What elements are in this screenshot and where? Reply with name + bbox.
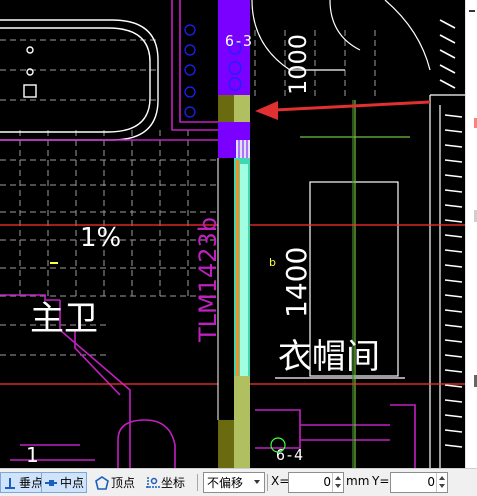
- x-label: X=: [271, 474, 290, 488]
- room-name-bathroom: 主卫: [30, 299, 98, 339]
- slope-label: 1%: [80, 223, 121, 253]
- hanger-mark: [439, 79, 456, 89]
- y-coordinate-input[interactable]: 0: [390, 472, 448, 493]
- hanger-mark: [444, 279, 463, 283]
- hanger-mark: [444, 189, 463, 193]
- strip-mark: [469, 10, 475, 12]
- hanger-mark: [444, 174, 463, 178]
- hanger-mark: [444, 324, 463, 328]
- hanger-mark: [444, 129, 463, 133]
- hanger-mark: [444, 159, 463, 163]
- hanger-mark: [444, 444, 463, 448]
- side-scroll-strip[interactable]: [465, 0, 477, 468]
- coordinate-snap-label: 坐标: [161, 476, 186, 490]
- x-spinner[interactable]: [332, 473, 343, 492]
- hanger-mark: [439, 19, 456, 29]
- hanger-mark: [439, 49, 456, 59]
- y-spinner[interactable]: [436, 473, 447, 492]
- hanger-mark: [444, 204, 463, 208]
- hanger-mark: [439, 34, 456, 44]
- coordinate-snap-button[interactable]: 坐标: [143, 472, 187, 493]
- dimension-1000: 1000: [284, 34, 312, 95]
- dimension-1400: 1400: [280, 247, 313, 318]
- drawing-canvas[interactable]: 6-3 1000 1400 TLM1423b 1% 主卫 衣帽间 b 6-4 1: [0, 0, 465, 468]
- offset-mode-select[interactable]: 不偏移: [203, 472, 265, 493]
- midpoint-snap-label: 中点: [60, 476, 85, 490]
- vertex-snap-icon: [95, 475, 109, 490]
- hanger-mark: [444, 249, 463, 253]
- hanger-mark: [444, 369, 463, 373]
- hanger-mark: [444, 294, 463, 298]
- axis-lines: [300, 100, 410, 468]
- x-coordinate-value: 0: [323, 475, 331, 489]
- yellow-tick: [50, 262, 58, 264]
- y-label: Y=: [372, 474, 390, 488]
- vertex-snap-label: 顶点: [111, 476, 136, 490]
- pointer-arrow: [255, 100, 431, 120]
- bathtub: [0, 19, 159, 141]
- hanger-mark: [444, 384, 463, 388]
- hanger-mark: [444, 414, 463, 418]
- hanger-mark: [444, 264, 463, 268]
- hanger-mark: [444, 219, 463, 223]
- hanger-mark: [444, 114, 463, 118]
- window-tag: TLM1423b: [194, 217, 222, 343]
- offset-mode-value: 不偏移: [207, 476, 244, 490]
- y-coordinate-value: 0: [427, 475, 435, 489]
- hanger-mark: [444, 339, 463, 343]
- room-name-closet: 衣帽间: [278, 337, 380, 377]
- section-label-top: 6-3: [225, 32, 252, 50]
- perpendicular-snap-icon: [3, 476, 17, 490]
- vertex-snap-button[interactable]: 顶点: [93, 472, 137, 493]
- midpoint-snap-button[interactable]: 中点: [41, 472, 88, 493]
- snap-toolbar: 垂点 中点 顶点 坐标 不偏移 X= 0 mm Y= 0: [0, 468, 477, 496]
- hanger-mark: [444, 354, 463, 358]
- midpoint-snap-icon: [44, 476, 58, 490]
- perpendicular-snap-button[interactable]: 垂点: [0, 472, 47, 493]
- coordinate-snap-icon: [145, 476, 160, 490]
- toolbar-separator: [197, 474, 198, 491]
- section-label-bottom: 6-4: [276, 446, 303, 464]
- point-marker: b: [269, 256, 276, 269]
- perpendicular-snap-label: 垂点: [19, 476, 44, 490]
- hanger-mark: [444, 429, 463, 433]
- hanger-mark: [444, 309, 463, 313]
- hanger-mark: [444, 234, 463, 238]
- wardrobe-hangers: [439, 19, 463, 448]
- x-unit-label: mm: [346, 474, 370, 488]
- x-coordinate-input[interactable]: 0: [288, 472, 344, 493]
- toolbar-separator: [267, 474, 268, 491]
- hanger-mark: [444, 399, 463, 403]
- hanger-mark: [444, 144, 463, 148]
- hanger-mark: [439, 64, 456, 74]
- partial-slope-label: 1: [26, 443, 39, 467]
- chevron-down-icon: [254, 480, 260, 484]
